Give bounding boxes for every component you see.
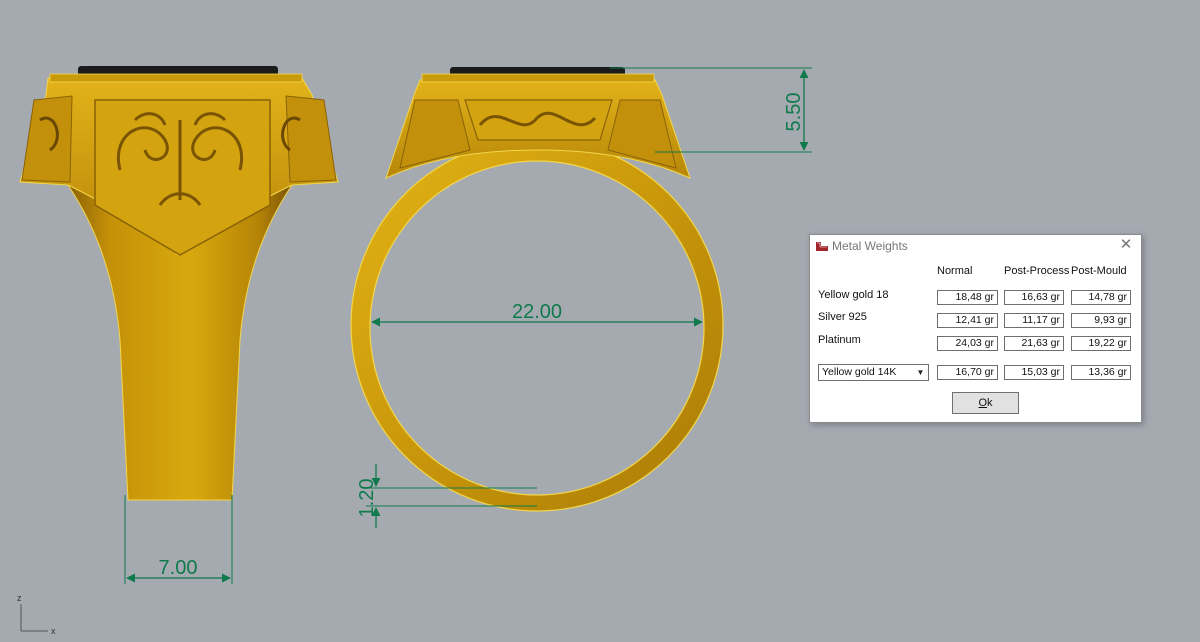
column-header-normal: Normal <box>937 265 973 277</box>
row-label-platinum: Platinum <box>818 334 861 346</box>
dimension-label-ring-diameter: 22.00 <box>512 301 562 323</box>
metal-type-dropdown[interactable]: Yellow gold 14K ▼ <box>818 364 929 381</box>
axis-x-label: x <box>51 626 56 636</box>
ok-button[interactable]: Ok <box>952 392 1019 414</box>
value-custom-post-mould[interactable]: 13,36 gr <box>1071 365 1131 380</box>
ok-button-label: k <box>987 397 993 409</box>
ok-button-mnemonic: O <box>978 397 988 409</box>
metal-type-selected-value: Yellow gold 14K <box>822 366 897 378</box>
front-rope-rim <box>49 73 303 83</box>
value-silver-925-post-mould[interactable]: 9,93 gr <box>1071 313 1131 328</box>
front-side-panel-left <box>21 95 73 183</box>
column-header-post-process: Post-Process <box>1004 265 1070 277</box>
ring-app-icon <box>816 242 828 251</box>
ring-front-view <box>19 66 339 501</box>
value-platinum-normal[interactable]: 24,03 gr <box>937 336 998 351</box>
axis-z-label: z <box>17 593 22 603</box>
dialog-title: Metal Weights <box>832 239 908 253</box>
dimension-label-shank-width: 7.00 <box>159 557 198 579</box>
close-button[interactable]: ✕ <box>1117 236 1135 254</box>
close-icon: ✕ <box>1119 236 1133 253</box>
front-side-panel-right <box>285 95 337 183</box>
side-band-inner <box>369 160 705 496</box>
column-header-post-mould: Post-Mould <box>1071 265 1127 277</box>
row-label-yellow-gold-18: Yellow gold 18 <box>818 289 889 301</box>
value-custom-normal[interactable]: 16,70 gr <box>937 365 998 380</box>
metal-weights-dialog[interactable]: Metal Weights ✕ Normal Post-Process Post… <box>809 234 1142 423</box>
dimension-label-band-thickness: 1.20 <box>356 479 378 518</box>
value-yellow-gold-18-post-process[interactable]: 16,63 gr <box>1004 290 1064 305</box>
value-silver-925-normal[interactable]: 12,41 gr <box>937 313 998 328</box>
dimension-shank-width: 7.00 <box>124 495 233 584</box>
value-yellow-gold-18-post-mould[interactable]: 14,78 gr <box>1071 290 1131 305</box>
value-platinum-post-process[interactable]: 21,63 gr <box>1004 336 1064 351</box>
value-platinum-post-mould[interactable]: 19,22 gr <box>1071 336 1131 351</box>
value-custom-post-process[interactable]: 15,03 gr <box>1004 365 1064 380</box>
dialog-titlebar[interactable]: Metal Weights ✕ <box>810 235 1141 257</box>
side-rope-rim <box>421 73 655 83</box>
chevron-down-icon[interactable]: ▼ <box>914 366 927 379</box>
value-yellow-gold-18-normal[interactable]: 18,48 gr <box>937 290 998 305</box>
dimension-label-top-height: 5.50 <box>783 93 805 132</box>
row-label-silver-925: Silver 925 <box>818 311 867 323</box>
axis-indicator: z x <box>17 593 56 636</box>
ring-side-view <box>350 67 724 512</box>
value-silver-925-post-process[interactable]: 11,17 gr <box>1004 313 1064 328</box>
